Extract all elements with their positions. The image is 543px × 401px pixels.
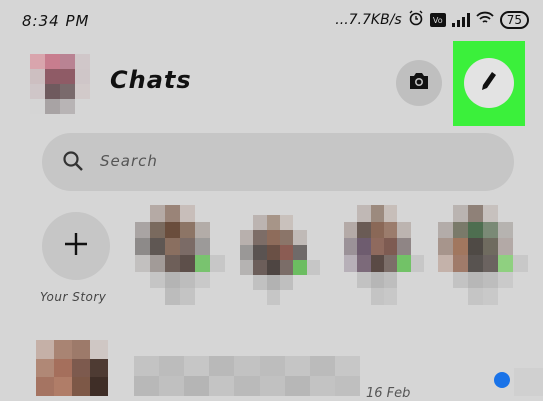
story-item[interactable]	[438, 205, 528, 305]
profile-avatar[interactable]	[30, 54, 90, 114]
battery-icon: 75	[499, 11, 529, 29]
status-bar: 8:34 PM ...7.7KB/s Vo 75	[0, 0, 543, 40]
camera-icon	[408, 72, 430, 94]
chats-header: Chats	[0, 40, 543, 126]
wifi-icon	[476, 11, 494, 29]
volte-icon: Vo	[429, 13, 446, 27]
your-story-label: Your Story	[40, 290, 107, 304]
pencil-icon	[480, 71, 498, 95]
story-item[interactable]	[344, 205, 424, 305]
story-item[interactable]	[135, 205, 225, 305]
chat-preview-edge	[514, 368, 543, 396]
network-speed: ...7.7KB/s	[335, 12, 402, 28]
chat-preview[interactable]	[134, 356, 360, 396]
plus-icon	[63, 231, 89, 261]
search-bar[interactable]: Search	[42, 133, 514, 191]
status-time: 8:34 PM	[22, 12, 90, 30]
page-title: Chats	[110, 66, 192, 94]
new-message-button[interactable]	[464, 58, 514, 108]
signal-icon	[451, 13, 470, 27]
add-story-button[interactable]	[42, 212, 110, 280]
alarm-icon	[408, 10, 424, 30]
story-item[interactable]	[240, 215, 320, 305]
unread-indicator	[494, 372, 510, 388]
chat-time: 16 Feb	[366, 386, 411, 401]
edit-highlight	[453, 41, 525, 126]
status-icons: ...7.7KB/s Vo 75	[335, 10, 529, 30]
camera-button[interactable]	[396, 60, 442, 106]
search-placeholder: Search	[100, 152, 158, 170]
chat-avatar[interactable]	[36, 340, 108, 396]
search-icon	[62, 150, 84, 176]
